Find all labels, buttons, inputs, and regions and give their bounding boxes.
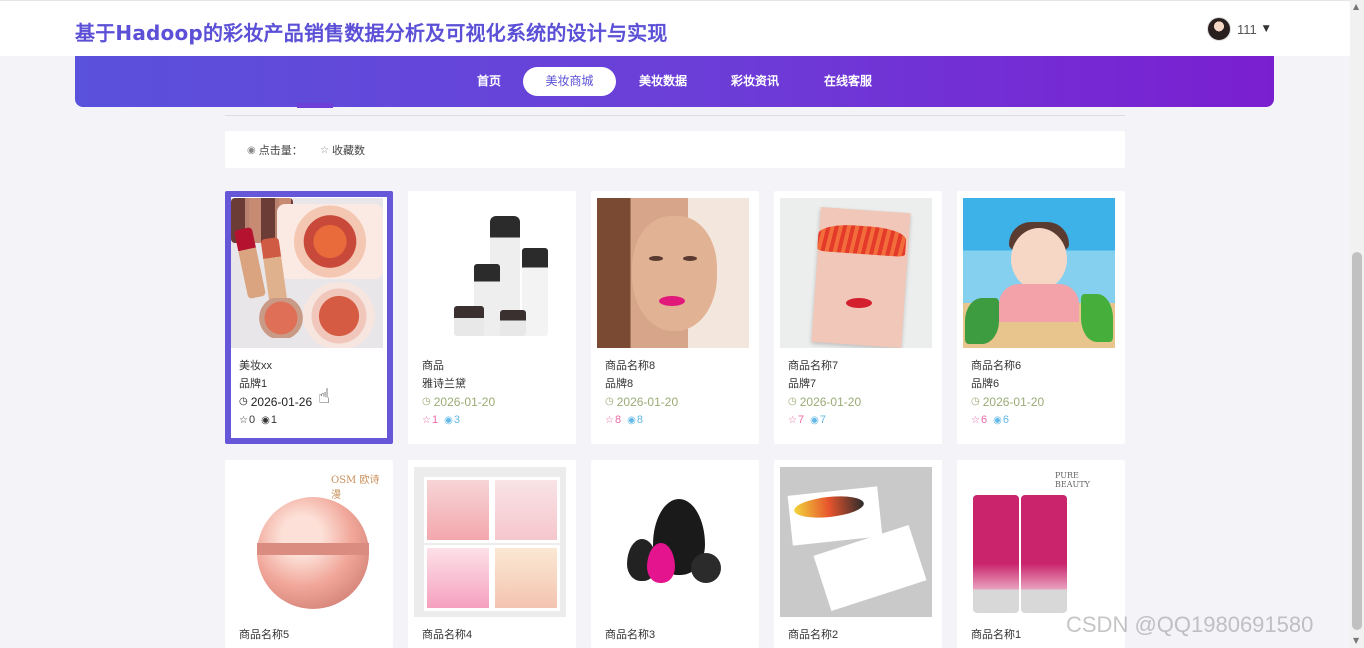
clock-icon: ◷ (239, 396, 248, 407)
star-icon: ☆ (971, 415, 980, 426)
view-count: 6 (1002, 414, 1009, 426)
eye-icon: ◉ (627, 415, 636, 426)
username[interactable]: 111 (1237, 22, 1257, 37)
product-brand: 雅诗兰黛 (422, 378, 466, 390)
product-image[interactable]: PURE BEAUTY (963, 467, 1115, 617)
brand-logo: PURE BEAUTY (1055, 471, 1090, 489)
product-name: 商品名称4 (422, 629, 473, 641)
clock-icon: ◷ (605, 396, 614, 407)
product-image[interactable] (780, 198, 932, 348)
product-brand: 品牌1 (239, 378, 268, 390)
tab-indicator (297, 103, 333, 108)
product-image[interactable] (963, 198, 1115, 348)
favorite-count: 0 (248, 414, 256, 426)
nav-item-home[interactable]: 首页 (465, 67, 513, 96)
view-count: 3 (453, 414, 460, 426)
clock-icon: ◷ (788, 396, 797, 407)
product-name: 商品名称8 (605, 360, 656, 372)
eye-icon: ◉ (993, 415, 1002, 426)
product-image[interactable] (231, 198, 383, 348)
favorite-count: 6 (980, 414, 988, 426)
view-count: 1 (270, 414, 277, 426)
product-image[interactable] (597, 467, 749, 617)
product-name: 美妆xx (239, 360, 272, 372)
vertical-scrollbar[interactable]: ▲ ▼ (1350, 0, 1364, 648)
brand-logo: OSM 欧诗漫 (331, 475, 380, 501)
product-card[interactable]: 商品名称2 (774, 460, 942, 648)
product-image[interactable]: OSM 欧诗漫 (231, 467, 383, 617)
product-name: 商品名称6 (971, 360, 1022, 372)
scroll-down-icon[interactable]: ▼ (1353, 636, 1359, 645)
sort-by-favorites[interactable]: ☆ 收藏数 (320, 142, 365, 158)
sort-by-clicks[interactable]: ◉ 点击量： (247, 142, 303, 158)
product-card[interactable]: 商品名称6 品牌6 ◷ 2026-01-20 ☆6 ◉6 (957, 191, 1125, 444)
product-name: 商品名称7 (788, 360, 839, 372)
caret-down-icon[interactable]: ▼ (1263, 24, 1270, 34)
product-image[interactable] (780, 467, 932, 617)
view-count: 8 (636, 414, 643, 426)
product-card[interactable]: OSM 欧诗漫 商品名称5 (225, 460, 393, 648)
product-date: 2026-01-20 (433, 395, 496, 409)
product-date: 2026-01-26 (250, 395, 313, 409)
nav-item-mall[interactable]: 美妆商城 (523, 67, 616, 96)
product-name: 商品名称3 (605, 629, 656, 641)
nav-item-service[interactable]: 在线客服 (818, 67, 878, 96)
product-date: 2026-01-20 (616, 395, 679, 409)
product-image[interactable] (597, 198, 749, 348)
nav-item-news[interactable]: 彩妆资讯 (725, 67, 785, 96)
product-date: 2026-01-20 (799, 395, 862, 409)
product-image[interactable] (414, 467, 566, 617)
product-card[interactable]: 商品名称8 品牌8 ◷ 2026-01-20 ☆8 ◉8 (591, 191, 759, 444)
nav-item-data[interactable]: 美妆数据 (633, 67, 693, 96)
product-name: 商品名称2 (788, 629, 839, 641)
top-header: 基于Hadoop的彩妆产品销售数据分析及可视化系统的设计与实现 111 ▼ (0, 0, 1350, 56)
product-brand: 品牌7 (788, 378, 817, 390)
hand-cursor-icon: ☝ (318, 384, 331, 408)
scrollbar-thumb[interactable] (1352, 252, 1362, 630)
watermark: CSDN @QQ1980691580 (1066, 612, 1314, 637)
product-name: 商品 (422, 360, 444, 372)
product-date: 2026-01-20 (982, 395, 1045, 409)
product-name: 商品名称5 (239, 629, 290, 641)
star-icon: ☆ (422, 415, 431, 426)
avatar[interactable] (1207, 17, 1231, 41)
user-menu[interactable]: 111 ▼ (1207, 15, 1270, 43)
product-brand: 品牌6 (971, 378, 1000, 390)
product-card[interactable]: 美妆xx 品牌1 ◷ 2026-01-26 ☆0 ◉1 (225, 191, 393, 444)
star-icon: ☆ (320, 144, 329, 156)
favorite-count: 8 (614, 414, 622, 426)
tab-divider (225, 115, 1125, 116)
product-card[interactable]: 商品名称4 (408, 460, 576, 648)
star-icon: ☆ (605, 415, 614, 426)
favorite-count: 1 (431, 414, 439, 426)
eye-icon: ◉ (261, 415, 270, 426)
favorites-label: 收藏数 (331, 144, 365, 157)
product-brand: 品牌8 (605, 378, 634, 390)
clicks-label: 点击量： (258, 144, 303, 157)
scroll-up-icon[interactable]: ▲ (1353, 2, 1359, 11)
view-count: 7 (819, 414, 826, 426)
eye-icon: ◉ (247, 144, 256, 156)
favorite-count: 7 (797, 414, 805, 426)
star-icon: ☆ (788, 415, 797, 426)
main-nav: 首页 美妆商城 美妆数据 彩妆资讯 在线客服 (75, 56, 1274, 107)
product-card[interactable]: 商品 雅诗兰黛 ◷ 2026-01-20 ☆1 ◉3 (408, 191, 576, 444)
eye-icon: ◉ (810, 415, 819, 426)
product-card[interactable]: 商品名称7 品牌7 ◷ 2026-01-20 ☆7 ◉7 (774, 191, 942, 444)
clock-icon: ◷ (422, 396, 431, 407)
product-image[interactable] (414, 198, 566, 348)
eye-icon: ◉ (444, 415, 453, 426)
sort-filter-bar: ◉ 点击量： ☆ 收藏数 (225, 131, 1125, 168)
clock-icon: ◷ (971, 396, 980, 407)
product-card[interactable]: 商品名称3 (591, 460, 759, 648)
site-title: 基于Hadoop的彩妆产品销售数据分析及可视化系统的设计与实现 (75, 21, 668, 45)
star-icon: ☆ (239, 415, 248, 426)
